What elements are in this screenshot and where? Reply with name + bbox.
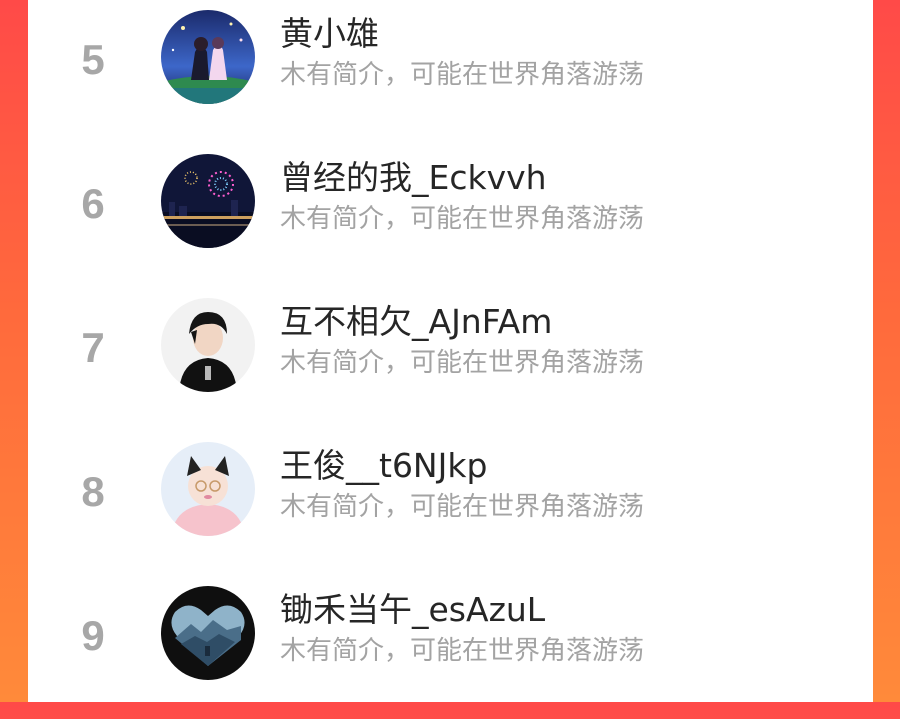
- rank-number: 5: [81, 36, 105, 83]
- rank-number: 7: [81, 324, 105, 371]
- user-name[interactable]: 锄禾当午_esAzuL: [280, 590, 545, 630]
- rank-number: 9: [81, 612, 105, 659]
- baby-cat-ears-avatar-icon[interactable]: [161, 442, 255, 536]
- user-name[interactable]: 王俊__t6NJkp: [280, 446, 487, 486]
- boy-portrait-avatar-icon[interactable]: [161, 298, 255, 392]
- user-name[interactable]: 互不相欠_AJnFAm: [280, 302, 552, 342]
- list-item[interactable]: 8 王俊__t6NJkp 木有简介，可能在世界角落游荡: [28, 432, 873, 575]
- user-bio: 木有简介，可能在世界角落游荡: [280, 636, 645, 666]
- user-bio: 木有简介，可能在世界角落游荡: [280, 492, 645, 522]
- anime-couple-night-avatar-icon[interactable]: [161, 10, 255, 104]
- user-bio: 木有简介，可能在世界角落游荡: [280, 348, 645, 378]
- heart-mountain-avatar-icon[interactable]: [161, 586, 255, 680]
- user-name[interactable]: 曾经的我_Eckvvh: [280, 158, 547, 198]
- user-bio: 木有简介，可能在世界角落游荡: [280, 60, 645, 90]
- rank-number: 8: [81, 468, 105, 515]
- list-item[interactable]: 6 曾经的我_Eckvvh 木有简介，可能在世界角落游荡: [28, 144, 873, 287]
- list-item[interactable]: 5 黄小雄 木有简介，可能在世界角落游荡: [28, 0, 873, 143]
- list-item[interactable]: 7 互不相欠_AJnFAm 木有简介，可能在世界角落游荡: [28, 288, 873, 431]
- city-fireworks-avatar-icon[interactable]: [161, 154, 255, 248]
- list-item[interactable]: 9 锄禾当午_esAzuL 木有简介，可能在世界角落游荡: [28, 576, 873, 719]
- user-name[interactable]: 黄小雄: [280, 14, 379, 54]
- rank-number: 6: [81, 180, 105, 227]
- ranking-list-panel: 5 黄小雄 木有简介，可能在世界角落游荡 6 曾经的我_Eckvvh 木有简介，…: [28, 0, 873, 702]
- user-bio: 木有简介，可能在世界角落游荡: [280, 204, 645, 234]
